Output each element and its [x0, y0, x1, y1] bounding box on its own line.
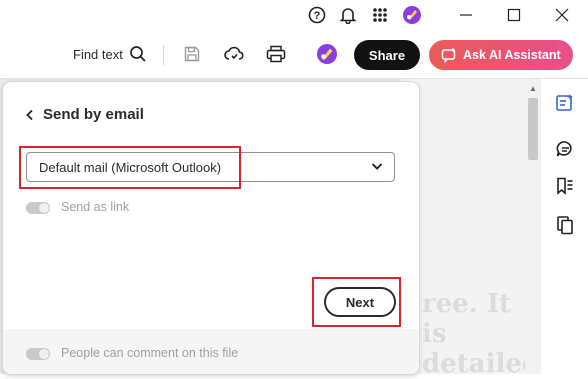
ai-assistant-label: Ask AI Assistant [463, 48, 561, 62]
cloud-sync-icon[interactable] [223, 43, 245, 65]
avatar-icon[interactable] [402, 5, 422, 25]
title-bar: ? [0, 0, 588, 30]
close-icon[interactable] [552, 5, 572, 25]
highlight-outline [312, 277, 401, 327]
send-by-email-panel: Send by email Default mail (Microsoft Ou… [3, 82, 419, 374]
back-chevron-icon[interactable] [25, 109, 35, 121]
comment-icon[interactable] [553, 137, 577, 161]
edit-text-icon[interactable] [553, 91, 577, 115]
print-icon[interactable] [265, 43, 287, 65]
copy-pages-icon[interactable] [553, 213, 577, 237]
grid-icon[interactable] [370, 5, 390, 25]
ai-assistant-button[interactable]: Ask AI Assistant [429, 40, 573, 70]
chevron-down-icon [370, 159, 384, 173]
panel-title: Send by email [43, 106, 144, 123]
ai-sparkle-icon [441, 47, 457, 63]
scroll-up-arrow-icon[interactable]: ▲ [529, 84, 537, 93]
highlight-outline [19, 146, 241, 189]
minimize-icon[interactable] [456, 5, 476, 25]
main-toolbar: Find text Share Ask AI Assistant [0, 30, 588, 79]
send-as-link-toggle[interactable] [26, 202, 50, 214]
share-button[interactable]: Share [354, 40, 420, 70]
account-avatar-icon[interactable] [316, 43, 338, 65]
send-as-link-label: Send as link [61, 200, 130, 214]
people-can-comment-toggle[interactable] [26, 348, 50, 360]
maximize-icon[interactable] [504, 5, 524, 25]
panel-footer: People can comment on this file [3, 329, 419, 374]
find-text-label[interactable]: Find text [73, 47, 123, 62]
bookmark-list-icon[interactable] [553, 174, 577, 198]
search-icon[interactable] [127, 43, 149, 65]
document-text-fragment: ree. It is [422, 289, 512, 349]
save-icon[interactable] [181, 43, 203, 65]
toolbar-divider [163, 45, 164, 65]
help-circle-icon[interactable]: ? [307, 5, 327, 25]
scrollbar-thumb[interactable] [528, 98, 538, 160]
svg-text:?: ? [314, 10, 321, 22]
document-text-fragment: detailed [422, 349, 541, 379]
people-can-comment-label: People can comment on this file [61, 346, 239, 360]
bell-icon[interactable] [338, 5, 358, 25]
